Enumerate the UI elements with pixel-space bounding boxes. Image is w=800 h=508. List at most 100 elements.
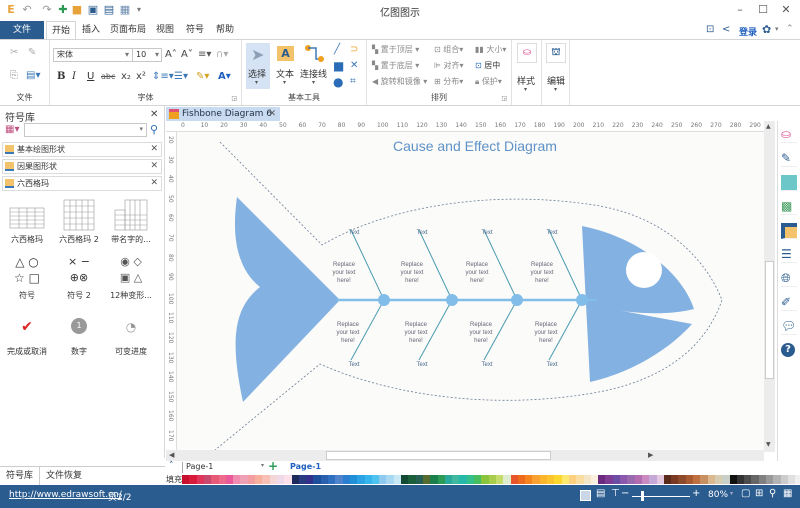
tab-help[interactable]: 帮助 [212, 21, 238, 39]
hyperlink-icon[interactable]: 🌐︎ [781, 271, 797, 287]
presentation-icon[interactable]: ⊤ [611, 488, 620, 499]
fit-width-icon[interactable]: ⊞ [755, 488, 763, 499]
center-button[interactable]: ⊡ 居中 [475, 60, 500, 72]
vertical-scrollbar[interactable]: ▲ ▼ [764, 121, 775, 452]
highlight-icon[interactable]: ✎▾ [196, 71, 209, 83]
add-page-icon[interactable]: + [268, 459, 278, 473]
image-icon[interactable]: ▩ [781, 199, 797, 215]
arrange-dialog-launcher-icon[interactable]: ◲ [501, 95, 507, 102]
zoom-level[interactable]: 80% [708, 490, 728, 500]
scroll-up-icon[interactable]: ▲ [766, 123, 771, 130]
horizontal-scroll-thumb[interactable] [326, 451, 551, 460]
save-icon[interactable]: ▣ [86, 3, 100, 17]
share-icon[interactable]: < [722, 24, 730, 35]
font-size-select[interactable]: 10 ▾ [132, 48, 162, 62]
crosspoint-tool-icon[interactable]: ✕ [350, 60, 358, 72]
redo-icon[interactable]: ↷ [40, 3, 54, 17]
customize-dropdown-icon[interactable]: ▾ [132, 3, 146, 17]
shape-12-variants[interactable]: ◉ ◇ ▣ △ 12种变形... [105, 254, 157, 301]
help-icon[interactable]: ? [781, 343, 795, 357]
shape-symbols-2[interactable]: × − ⊕⊗ 符号 2 [53, 254, 105, 301]
layers-icon[interactable] [781, 223, 797, 239]
shrink-font-icon[interactable]: A˅ [181, 49, 193, 61]
bold-icon[interactable]: B [57, 71, 65, 83]
rectangle-tool-icon[interactable]: ■ [333, 60, 344, 72]
arc-icon[interactable]: ∩▾ [216, 49, 228, 61]
shape-symbols[interactable]: △ ○ ☆ □ 符号 [1, 254, 53, 301]
undo-icon[interactable]: ↶ [20, 3, 34, 17]
library-close-icon[interactable]: ✕ [150, 109, 158, 120]
color-swatch[interactable] [795, 475, 800, 484]
grow-font-icon[interactable]: A˄ [165, 49, 177, 61]
connector-tool-button[interactable]: 连接线 ▾ [300, 43, 330, 89]
settings-gear-icon[interactable]: ✿ [762, 23, 771, 36]
size-button[interactable]: ▮▮ 大小▾ [475, 44, 506, 56]
zoom-out-button[interactable]: − [621, 488, 629, 499]
zoom-in-button[interactable]: + [692, 488, 700, 499]
subscript-icon[interactable]: x₂ [121, 71, 131, 83]
zoom-slider-handle[interactable] [641, 491, 644, 501]
style-icon[interactable]: ⛀ [517, 43, 537, 63]
curve-tool-icon[interactable]: ⊃ [350, 44, 358, 56]
group-button[interactable]: ⊡ 组合▾ [434, 44, 463, 56]
horizontal-scrollbar[interactable]: ◀ ▶ [166, 450, 764, 461]
format-painter-icon[interactable]: ✎ [28, 47, 36, 59]
superscript-icon[interactable]: x² [136, 71, 146, 83]
document-tab[interactable]: Fishbone Diagram 6 ✕ [166, 107, 280, 121]
strikethrough-icon[interactable]: abc [101, 71, 115, 83]
library-category[interactable]: 基本绘图形状 ✕ [2, 142, 162, 157]
normal-view-icon[interactable] [580, 490, 591, 501]
close-button[interactable]: ✕ [775, 3, 797, 17]
new-icon[interactable]: ✚ [56, 3, 70, 17]
tab-home[interactable]: 开始 [46, 21, 76, 39]
font-name-select[interactable]: 宋体 ▾ [53, 48, 133, 62]
shape-six-sigma-2[interactable]: 六西格玛 2 [53, 198, 105, 245]
library-menu-icon[interactable]: ▦▾ [5, 124, 19, 135]
tab-file[interactable]: 文件 [0, 21, 44, 39]
page-collapse-icon[interactable]: ˄ [169, 461, 174, 471]
tab-symbol[interactable]: 符号 [182, 21, 208, 39]
zoom-search-icon[interactable]: ⚲ [769, 488, 776, 499]
text-tool-button[interactable]: A 文本 ▾ [274, 43, 298, 89]
print-icon[interactable]: ▤ [102, 3, 116, 17]
tab-insert[interactable]: 插入 [78, 21, 104, 39]
zoom-dropdown-icon[interactable]: ▾ [730, 490, 733, 497]
template-icon[interactable]: ⊡ [706, 24, 714, 35]
underline-icon[interactable]: U [87, 71, 94, 83]
shape-done-or-cancel[interactable]: ✔ 完成或取消 [1, 310, 53, 357]
vertical-scroll-thumb[interactable] [765, 261, 774, 379]
search-dropdown-icon[interactable]: ▾ [139, 125, 143, 133]
scroll-down-icon[interactable]: ▼ [766, 441, 771, 448]
fit-page-icon[interactable]: ▢ [741, 488, 750, 499]
copy-icon[interactable]: ⎘ [10, 70, 18, 82]
align-button[interactable]: ⊫ 对齐▾ [434, 60, 464, 72]
fill-style-icon[interactable]: ⛀ [781, 127, 797, 143]
font-color-icon[interactable]: A▾ [218, 71, 231, 83]
shadow-color-icon[interactable] [781, 175, 797, 191]
category-close-icon[interactable]: ✕ [150, 160, 158, 173]
page-view-icon[interactable]: ▤ [596, 488, 605, 499]
minimize-button[interactable]: – [729, 3, 751, 17]
shape-six-sigma[interactable]: 六西格玛 [1, 198, 53, 245]
ellipse-tool-icon[interactable]: ● [333, 76, 343, 88]
category-close-icon[interactable]: ✕ [150, 177, 158, 190]
maximize-button[interactable]: ☐ [752, 3, 774, 17]
shape-number[interactable]: 1 数字 [53, 310, 105, 357]
bring-front-button[interactable]: ▚ 置于顶层 ▾ [372, 44, 419, 56]
style-dropdown-icon[interactable]: ▾ [524, 86, 527, 93]
tab-file-recovery[interactable]: 文件恢复 [46, 467, 82, 485]
tab-symbol-library[interactable]: 符号库 [0, 467, 40, 485]
open-icon[interactable]: ■ [70, 3, 84, 17]
edit-dropdown-icon[interactable]: ▾ [554, 86, 557, 93]
document-tab-close-icon[interactable]: ✕ [268, 107, 276, 121]
attachment-icon[interactable]: ✐ [781, 295, 797, 311]
scroll-right-icon[interactable]: ▶ [648, 451, 653, 459]
italic-icon[interactable]: I [72, 71, 76, 83]
font-dialog-launcher-icon[interactable]: ◲ [231, 95, 237, 102]
select-tool-button[interactable]: ➤ 选择 ▾ [246, 43, 270, 89]
cut-icon[interactable]: ✂ [10, 47, 18, 59]
website-link[interactable]: http://www.edrawsoft.cn/ [9, 490, 122, 500]
library-category[interactable]: 因果图形状 ✕ [2, 159, 162, 174]
page-properties-icon[interactable]: ☰ [781, 247, 797, 263]
library-category[interactable]: 六西格玛 ✕ [2, 176, 162, 191]
